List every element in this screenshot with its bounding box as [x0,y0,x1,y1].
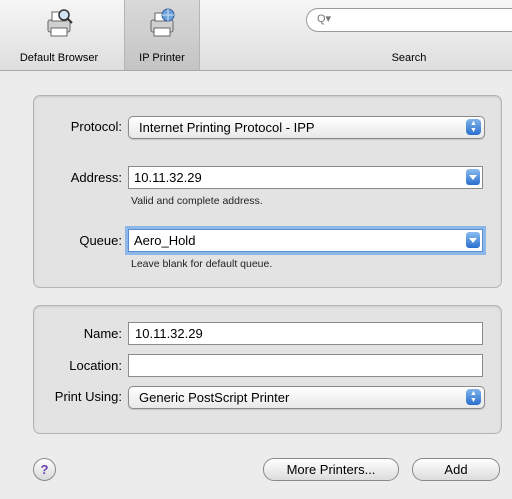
default-browser-tab[interactable]: Default Browser [0,0,118,70]
printer-magnifier-icon [47,9,73,37]
search-icon: Q▾ [317,13,332,25]
print-using-popup[interactable]: Generic PostScript Printer ▲ ▼ [128,386,485,409]
queue-combo[interactable]: Aero_Hold [128,229,483,252]
queue-value: Aero_Hold [134,233,196,248]
popup-arrows-icon: ▲ ▼ [466,389,481,405]
queue-hint: Leave blank for default queue. [131,258,273,270]
protocol-label: Protocol: [70,119,122,134]
address-combo[interactable]: 10.11.32.29 [128,166,483,189]
combo-dropdown-icon[interactable] [466,169,480,185]
name-field[interactable]: 10.11.32.29 [128,322,483,345]
queue-label: Queue: [79,233,122,248]
location-field[interactable] [128,354,483,377]
ip-printer-label: IP Printer [139,52,185,64]
address-value: 10.11.32.29 [134,170,202,185]
toolbar: Default Browser IP Printer Q▾ Search [0,0,512,71]
print-using-value: Generic PostScript Printer [139,390,290,405]
search-input[interactable]: Q▾ [306,8,512,32]
add-button[interactable]: Add [412,458,500,481]
name-label: Name: [83,326,122,341]
name-value: 10.11.32.29 [135,326,203,341]
print-using-label: Print Using: [54,389,122,404]
location-label: Location: [69,358,122,373]
address-label: Address: [70,170,122,185]
more-printers-button[interactable]: More Printers... [263,458,399,481]
printer-globe-icon [150,8,175,37]
address-hint: Valid and complete address. [131,195,263,207]
help-button[interactable]: ? [33,458,56,481]
search-label: Search [391,52,427,64]
ip-printer-tab[interactable]: IP Printer [124,0,200,70]
protocol-value: Internet Printing Protocol - IPP [139,120,315,135]
default-browser-label: Default Browser [19,52,99,64]
combo-dropdown-icon[interactable] [466,232,480,248]
protocol-popup[interactable]: Internet Printing Protocol - IPP ▲ ▼ [128,116,485,139]
popup-arrows-icon: ▲ ▼ [466,119,481,135]
